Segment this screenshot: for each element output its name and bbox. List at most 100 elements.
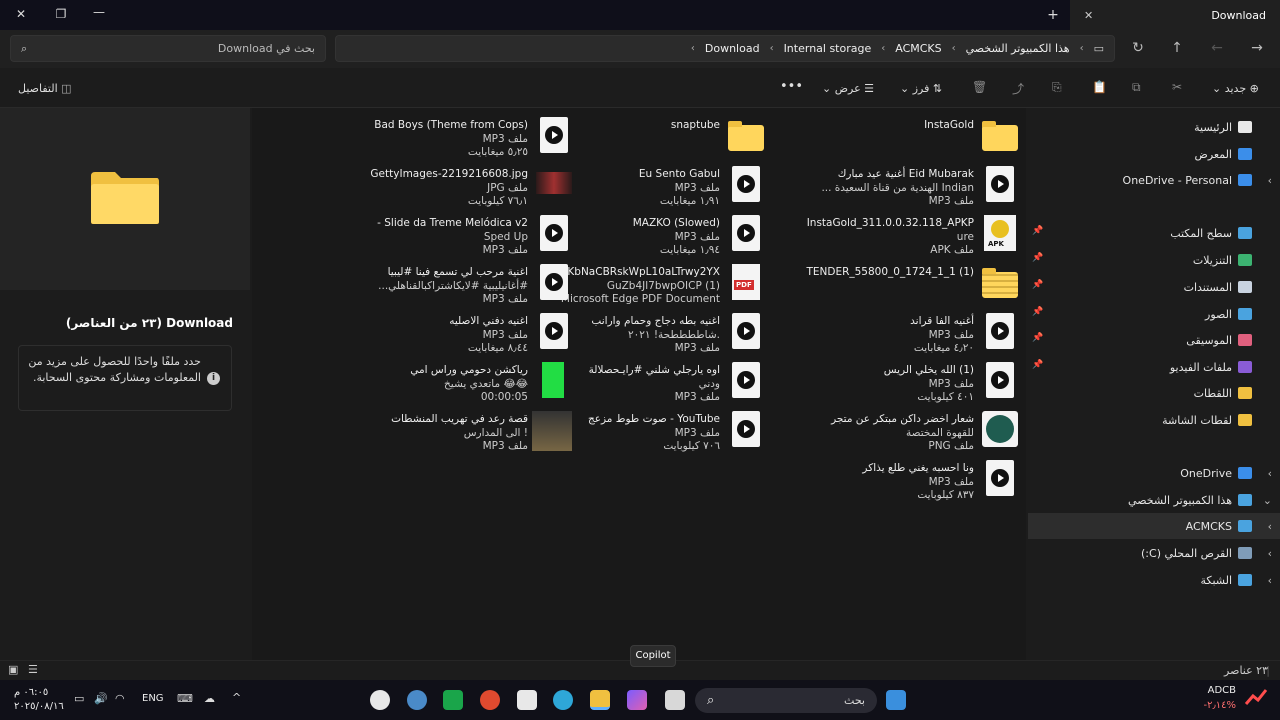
- pin-icon[interactable]: 📌: [1032, 333, 1043, 343]
- forward-button[interactable]: ←: [1206, 40, 1228, 56]
- nav-item[interactable]: ⌄ هذا الكمبيوتر الشخصي: [1028, 487, 1280, 513]
- file-item[interactable]: Eid Mubarak أغنية عيد مبارك Indian الهندي…: [768, 162, 1018, 210]
- up-button[interactable]: ↑: [1166, 40, 1188, 56]
- task-view-icon[interactable]: [665, 690, 685, 710]
- file-item[interactable]: اغنيه دفني الاصليه ملف MP3 ٨٫٤٤ ميغابايت: [322, 309, 572, 357]
- chevron-icon[interactable]: ⌄: [1263, 494, 1272, 507]
- file-item[interactable]: ونا احسبه يغني طلع يذاكر ملف MP3 ٨٣٧ كيلوب…: [768, 456, 1018, 504]
- nav-item[interactable]: المستندات: [1028, 274, 1280, 300]
- pin-icon[interactable]: 📌: [1032, 226, 1043, 236]
- file-item[interactable]: (1) الله يخلي الريس ملف MP3 ٤٠١ كيلوبايت: [768, 358, 1018, 406]
- breadcrumb-download[interactable]: Download: [705, 42, 760, 55]
- nav-item[interactable]: › OneDrive - Personal: [1028, 167, 1280, 193]
- media-player-icon[interactable]: [370, 690, 390, 710]
- file-item[interactable]: قصة رعد في تهريب المنشطات! الى المدارس مل…: [322, 407, 572, 455]
- stock-name[interactable]: ADCB: [1208, 685, 1236, 696]
- file-item[interactable]: Bad Boys (Theme from Cops) ملف MP3 ٥٫٢٥ مي…: [322, 113, 572, 161]
- nav-item[interactable]: الموسيقى: [1028, 327, 1280, 353]
- file-item[interactable]: GettyImages-2219216608.jpg ملف JPG ٧٦٫١ كي…: [322, 162, 572, 210]
- nav-item[interactable]: لقطات الشاشة: [1028, 407, 1280, 433]
- chrome-icon[interactable]: [480, 690, 500, 710]
- file-explorer-icon[interactable]: [590, 690, 610, 710]
- file-item[interactable]: شعار اخضر داكن مبتكر عن متجر للقهوة المخت…: [768, 407, 1018, 455]
- breadcrumb-internal-storage[interactable]: Internal storage: [784, 42, 872, 55]
- nav-item[interactable]: ملفات الفيديو: [1028, 354, 1280, 380]
- cut-icon[interactable]: ✂: [1172, 80, 1182, 94]
- file-item[interactable]: رياكشن دحومي وراس امي 😂😂 ماتعدي يشيخ 00:00…: [322, 358, 572, 406]
- nav-item[interactable]: اللقطات: [1028, 380, 1280, 406]
- new-button[interactable]: ⌄ جديد ⊕: [1212, 82, 1259, 95]
- breadcrumb-this-pc[interactable]: هذا الكمبيوتر الشخصي: [966, 42, 1070, 55]
- taskbar-search[interactable]: ⌕ بحث: [695, 688, 877, 713]
- file-item[interactable]: Slide da Treme Melódica v2 - Sped Up ملف M…: [322, 211, 572, 259]
- chevron-icon[interactable]: ›: [1268, 467, 1272, 480]
- language-indicator[interactable]: ENG: [142, 693, 164, 704]
- nav-item[interactable]: › القرص المحلي (C:): [1028, 540, 1280, 566]
- clock-date[interactable]: ٢٠٢٥/٠٨/١٦: [14, 701, 64, 712]
- search-input[interactable]: بحث في Download: [218, 42, 315, 55]
- search-box[interactable]: ⌕ بحث في Download: [10, 35, 326, 62]
- copy-icon[interactable]: ⧉: [1132, 80, 1141, 95]
- file-name: اغنية مرحب لي تسمع فينا #ليبيا: [387, 266, 528, 278]
- edge-icon[interactable]: [553, 690, 573, 710]
- refresh-button[interactable]: ↻: [1127, 40, 1149, 56]
- chevron-icon[interactable]: ›: [1268, 574, 1272, 587]
- pin-icon[interactable]: 📌: [1032, 307, 1043, 317]
- nav-item[interactable]: › الشبكة: [1028, 567, 1280, 593]
- cloud-off-icon[interactable]: ☁: [204, 692, 215, 705]
- close-window-button[interactable]: ✕: [6, 7, 36, 21]
- keyboard-icon[interactable]: ⌨: [177, 692, 193, 705]
- nav-item[interactable]: › ACMCKS: [1028, 513, 1280, 539]
- sort-button[interactable]: ⌄ فرز ⇅: [900, 82, 942, 95]
- delete-icon[interactable]: 🗑: [972, 80, 987, 94]
- minimize-button[interactable]: —: [84, 5, 114, 19]
- maximize-button[interactable]: ❐: [46, 7, 76, 21]
- wifi-icon[interactable]: ◠: [115, 692, 125, 705]
- pin-icon[interactable]: 📌: [1032, 253, 1043, 263]
- more-options-button[interactable]: •••: [780, 79, 803, 94]
- nav-item[interactable]: التنزيلات: [1028, 247, 1280, 273]
- tab-close-button[interactable]: ✕: [1084, 9, 1093, 22]
- file-item[interactable]: TENDER_55800_0_1724_1_1 (1): [768, 260, 1018, 308]
- nav-item[interactable]: الرئيسية: [1028, 114, 1280, 140]
- new-tab-button[interactable]: +: [1038, 7, 1068, 23]
- pin-icon[interactable]: 📌: [1032, 360, 1043, 370]
- chevron-icon[interactable]: ›: [1268, 547, 1272, 560]
- details-view-button[interactable]: ▣: [8, 663, 18, 676]
- share-icon[interactable]: ⤴: [1012, 80, 1024, 97]
- clock-time[interactable]: ٠٦:٠٥ م: [14, 687, 48, 698]
- address-bar[interactable]: ‹ Download ‹ Internal storage ‹ ACMCKS ‹…: [335, 35, 1115, 62]
- battery-icon[interactable]: ▭: [74, 692, 84, 705]
- cloud-icon: [1238, 467, 1252, 479]
- store-icon[interactable]: [517, 690, 537, 710]
- tab-download[interactable]: Download ✕: [1070, 0, 1280, 30]
- view-button[interactable]: ⌄ عرض ☰: [822, 82, 874, 95]
- stock-widget-icon[interactable]: [1244, 686, 1268, 708]
- copilot-icon[interactable]: [627, 690, 647, 710]
- details-toggle-button[interactable]: التفاصيل ◫: [18, 82, 72, 95]
- volume-icon[interactable]: 🔊: [94, 692, 108, 705]
- list-view-button[interactable]: ☰: [28, 663, 38, 676]
- paste-icon[interactable]: 📋: [1092, 80, 1107, 94]
- gallery-icon: [1238, 148, 1252, 160]
- file-item[interactable]: اغنية مرحب لي تسمع فينا #ليبيا #أغانيليبي…: [322, 260, 572, 308]
- nav-item[interactable]: الصور: [1028, 301, 1280, 327]
- file-name: InstaGold: [924, 119, 974, 131]
- rename-icon[interactable]: ⎘: [1052, 80, 1062, 95]
- nav-item[interactable]: سطح المكتب: [1028, 220, 1280, 246]
- nav-item[interactable]: › OneDrive: [1028, 460, 1280, 486]
- file-item[interactable]: InstaGold: [768, 113, 1018, 161]
- chevron-icon[interactable]: ›: [1268, 174, 1272, 187]
- file-item[interactable]: APK InstaGold_311.0.0.32.118_APKP ure ملف A…: [768, 211, 1018, 259]
- breadcrumb-device[interactable]: ACMCKS: [895, 42, 941, 55]
- start-button[interactable]: [886, 690, 906, 710]
- back-button[interactable]: →: [1246, 40, 1268, 56]
- app-icon[interactable]: [443, 690, 463, 710]
- chevron-up-icon[interactable]: ^: [232, 691, 241, 704]
- settings-icon[interactable]: [407, 690, 427, 710]
- nav-item[interactable]: المعرض: [1028, 141, 1280, 167]
- chevron-icon[interactable]: ›: [1268, 520, 1272, 533]
- file-item[interactable]: أغنيه الفا قراند ملف MP3 ٤٫٢٠ ميغابايت: [768, 309, 1018, 357]
- pin-icon[interactable]: 📌: [1032, 280, 1043, 290]
- mp3-icon: [732, 411, 760, 447]
